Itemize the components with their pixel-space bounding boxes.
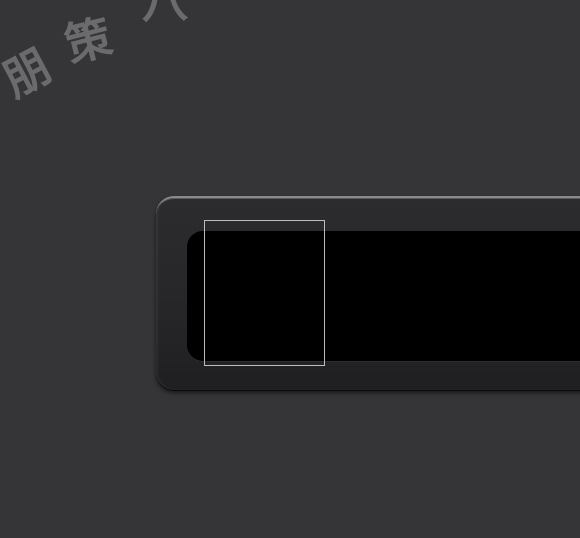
watermark-char-1: 朋 <box>0 38 60 107</box>
watermark-char-2: 策 <box>60 9 118 73</box>
canvas: 朋 策 八 <box>0 0 580 538</box>
watermark-char-3: 八 <box>140 0 189 29</box>
selection-box[interactable] <box>204 220 325 366</box>
